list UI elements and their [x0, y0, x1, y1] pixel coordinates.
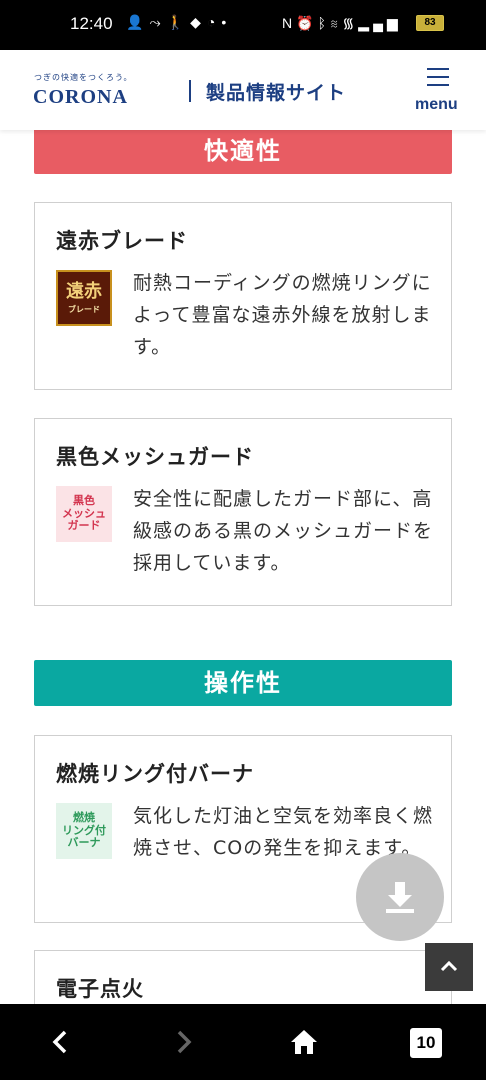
- header-divider: [189, 80, 191, 102]
- enseki-blade-icon: 遠赤 ブレード: [56, 270, 112, 326]
- signal-icon: ▂▄▆: [358, 15, 402, 31]
- site-header: つぎの快適をつくろう。 CORONA 製品情報サイト menu: [0, 50, 486, 130]
- wifi-icon: ≋: [329, 15, 343, 31]
- volte-icon: ᯾: [342, 15, 359, 31]
- route-icon: ⤳: [149, 14, 167, 30]
- chevron-up-icon: [440, 960, 458, 972]
- icon-label: 遠赤: [66, 281, 102, 303]
- feature-card: 黒色メッシュガード 黒色 メッシュ ガード 安全性に配慮したガード部に、高級感の…: [34, 418, 452, 606]
- icon-label: 黒色: [73, 494, 95, 508]
- back-button[interactable]: [48, 1026, 72, 1062]
- forward-button[interactable]: [172, 1026, 196, 1062]
- feature-title: 黒色メッシュガード: [56, 445, 254, 469]
- menu-label: menu: [415, 96, 458, 113]
- tabs-count-button[interactable]: 10: [410, 1028, 442, 1058]
- notification-icons: 👤⤳🚶◆◔•: [126, 14, 232, 31]
- browser-nav-bar: 10: [0, 1004, 486, 1080]
- feature-title: 遠赤ブレード: [56, 229, 188, 253]
- back-to-top-button[interactable]: [425, 943, 473, 991]
- alarm-icon: ⏰: [296, 15, 318, 31]
- icon-label: 燃焼: [73, 811, 95, 825]
- home-icon: [291, 1030, 317, 1054]
- dot-icon: •: [221, 14, 233, 30]
- nfc-icon: N: [282, 15, 297, 31]
- feature-card: 電子点火: [34, 950, 452, 1004]
- timer-icon: ◔: [206, 14, 222, 30]
- feature-title: 電子点火: [56, 977, 144, 1001]
- status-time: 12:40: [70, 14, 113, 33]
- mesh-guard-icon: 黒色 メッシュ ガード: [56, 486, 112, 542]
- system-icons: N⏰ᛒ≋᯾▂▄▆: [282, 14, 402, 33]
- corona-logo[interactable]: CORONA: [33, 86, 128, 109]
- download-icon: [386, 882, 414, 913]
- download-button[interactable]: [356, 853, 444, 941]
- bluetooth-icon: ᛒ: [317, 15, 330, 31]
- status-bar: 12:40 👤⤳🚶◆◔• N⏰ᛒ≋᯾▂▄▆ 83: [0, 0, 486, 50]
- battery-icon: 83: [416, 15, 444, 31]
- icon-sublabel: ブレード: [68, 304, 100, 314]
- home-button[interactable]: [289, 1026, 319, 1062]
- logo-tagline: つぎの快適をつくろう。: [34, 73, 133, 82]
- icon-label: バーナ: [67, 836, 101, 850]
- forward-arrow-icon: [177, 1030, 192, 1054]
- shield-icon: ◆: [190, 14, 207, 30]
- section-heading-comfort: 快適性: [34, 130, 452, 174]
- section-heading-operation: 操作性: [34, 660, 452, 706]
- site-title[interactable]: 製品情報サイト: [206, 78, 346, 105]
- back-arrow-icon: [52, 1030, 67, 1054]
- feature-card: 遠赤ブレード 遠赤 ブレード 耐熱コーディングの燃焼リングによって豊富な遠赤外線…: [34, 202, 452, 390]
- feature-title: 燃焼リング付バーナ: [56, 762, 254, 786]
- menu-button[interactable]: menu: [412, 68, 466, 116]
- icon-label: ガード: [67, 519, 101, 533]
- feature-description: 耐熱コーディングの燃焼リングによって豊富な遠赤外線を放射します。: [133, 272, 432, 358]
- walk-icon: 🚶: [166, 14, 191, 30]
- ring-burner-icon: 燃焼 リング付 バーナ: [56, 803, 112, 859]
- person-icon: 👤: [126, 14, 150, 30]
- feature-description: 安全性に配慮したガード部に、高級感のある黒のメッシュガードを採用しています。: [133, 488, 434, 574]
